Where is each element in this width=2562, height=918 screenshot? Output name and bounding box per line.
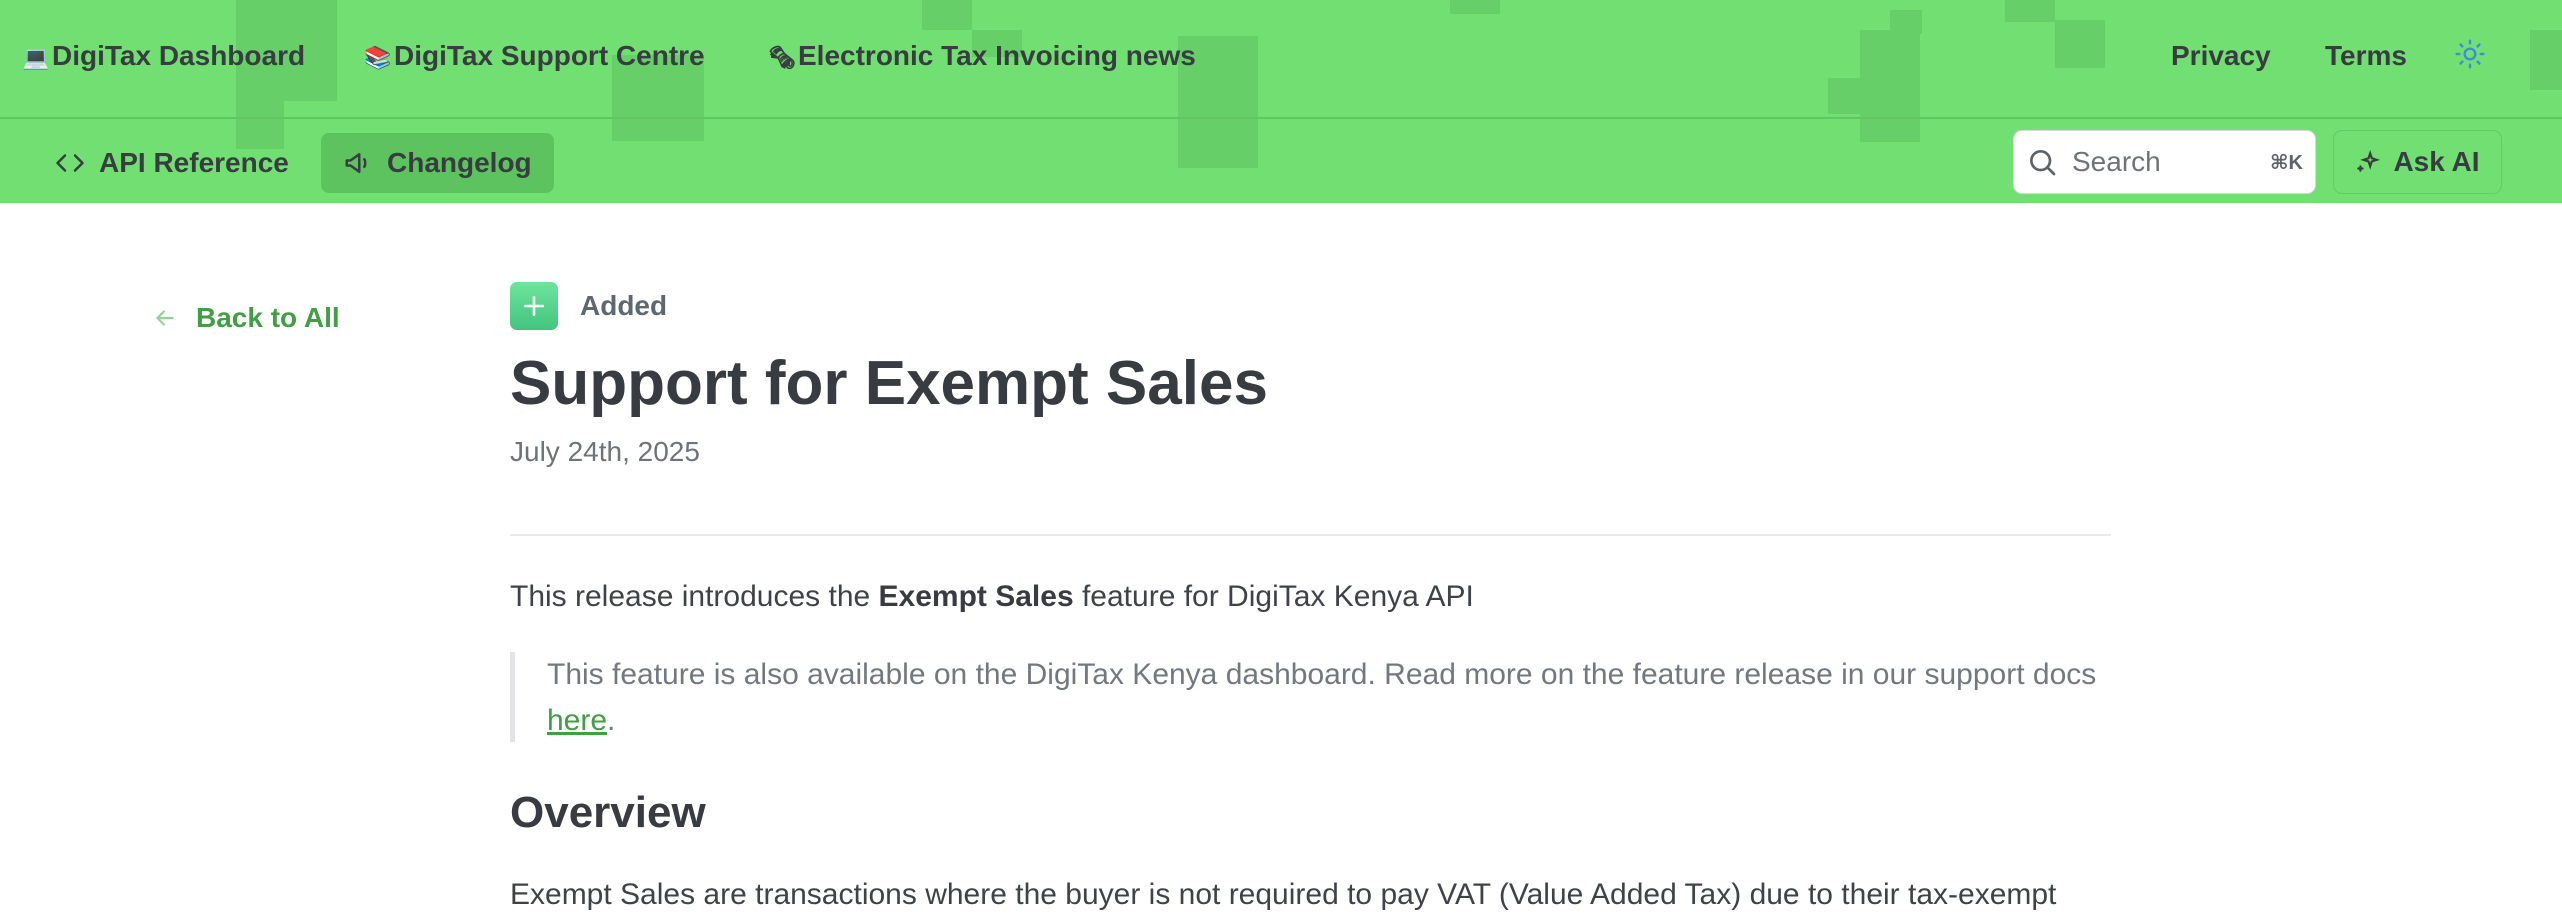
intro-bold: Exempt Sales: [878, 580, 1074, 613]
back-to-all-link[interactable]: Back to All: [152, 302, 340, 334]
overview-heading: Overview: [510, 788, 706, 837]
divider: [510, 534, 2111, 536]
nav-link-news[interactable]: 🗞Electronic Tax Invoicing news: [768, 34, 1196, 80]
tab-label: Changelog: [387, 147, 532, 178]
back-link-label: Back to All: [196, 302, 340, 333]
entry-date: July 24th, 2025: [510, 436, 700, 467]
badge-label: Added: [580, 290, 668, 321]
search-input[interactable]: Search ⌘K: [2013, 130, 2316, 194]
search-icon: [2030, 150, 2056, 176]
newspaper-icon: 🗞: [768, 45, 796, 70]
ask-ai-label: Ask AI: [2393, 146, 2480, 177]
top-nav: 💻DigiTax Dashboard 📚DigiTax Support Cent…: [0, 0, 2562, 119]
tab-api-reference[interactable]: API Reference: [33, 133, 311, 193]
search-shortcut: ⌘K: [2270, 151, 2303, 174]
terms-link[interactable]: Terms: [2325, 34, 2407, 78]
overview-paragraph: Exempt Sales are transactions where the …: [510, 878, 2057, 911]
theme-toggle-sun-icon[interactable]: [2454, 38, 2486, 70]
quote-text: .: [607, 704, 616, 737]
intro-text: This release introduces the: [510, 580, 879, 613]
sparkle-icon: [2357, 149, 2381, 172]
quote-text: This feature is also available on the Di…: [547, 658, 2097, 691]
books-icon: 📚: [364, 45, 392, 70]
entry-type-badge: Added: [510, 282, 667, 330]
megaphone-icon: [345, 153, 367, 173]
plus-icon: [510, 282, 558, 330]
callout-quote: This feature is also available on the Di…: [510, 652, 2111, 742]
page-title: Support for Exempt Sales: [510, 349, 1268, 418]
support-docs-link[interactable]: here: [547, 704, 607, 737]
laptop-icon: 💻: [22, 45, 50, 70]
privacy-link[interactable]: Privacy: [2171, 34, 2271, 78]
nav-link-label: DigiTax Support Centre: [394, 40, 705, 71]
nav-link-support-centre[interactable]: 📚DigiTax Support Centre: [364, 34, 705, 80]
nav-link-label: Electronic Tax Invoicing news: [798, 40, 1196, 71]
tab-label: API Reference: [99, 147, 289, 178]
search-placeholder: Search: [2072, 146, 2161, 177]
code-brackets-icon: [56, 154, 84, 172]
arrow-left-icon: [156, 310, 174, 326]
nav-link-label: DigiTax Dashboard: [52, 40, 306, 71]
nav-link-dashboard[interactable]: 💻DigiTax Dashboard: [22, 34, 305, 80]
site-header: 💻DigiTax Dashboard 📚DigiTax Support Cent…: [0, 0, 2562, 203]
tab-changelog[interactable]: Changelog: [321, 133, 554, 193]
intro-text: feature for DigiTax Kenya API: [1073, 580, 1474, 613]
intro-paragraph: This release introduces the Exempt Sales…: [510, 580, 1474, 614]
ask-ai-button[interactable]: Ask AI: [2333, 130, 2502, 194]
